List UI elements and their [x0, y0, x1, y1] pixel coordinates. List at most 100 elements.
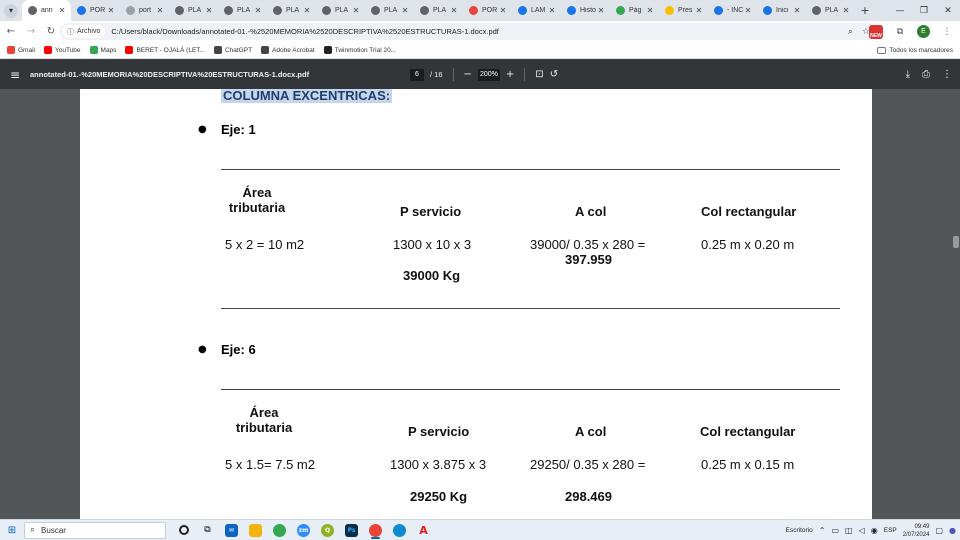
fit-page-icon[interactable]: ⊡: [535, 69, 543, 80]
close-tab-icon[interactable]: ✕: [792, 6, 802, 15]
new-tab-button[interactable]: +: [855, 4, 875, 17]
extensions-puzzle-icon[interactable]: ⧉: [893, 25, 907, 39]
print-icon[interactable]: ⎙: [922, 69, 930, 80]
file-explorer-icon[interactable]: [246, 522, 265, 539]
tab-search-button[interactable]: ▾: [4, 3, 18, 18]
browser-tab[interactable]: Pres ✕: [659, 0, 708, 21]
close-tab-icon[interactable]: ✕: [841, 6, 851, 15]
close-tab-icon[interactable]: ✕: [302, 6, 312, 15]
zoom-app-icon[interactable]: zm: [294, 522, 313, 539]
browser-tab[interactable]: POR ✕: [71, 0, 120, 21]
minimize-button[interactable]: —: [888, 0, 912, 21]
close-tab-icon[interactable]: ✕: [155, 6, 165, 15]
pdf-menu-icon[interactable]: ≡: [0, 68, 30, 82]
close-tab-icon[interactable]: ✕: [596, 6, 606, 15]
close-tab-icon[interactable]: ✕: [400, 6, 410, 15]
edge-icon: [763, 6, 772, 15]
volume-icon[interactable]: ◁: [859, 526, 865, 535]
bookmark-item[interactable]: BERET - OJALÁ (LET...: [125, 46, 205, 54]
download-icon[interactable]: ⤓: [906, 69, 910, 80]
col-header-a-col: A col: [575, 204, 607, 219]
scrollbar-thumb[interactable]: [953, 236, 959, 248]
site-info-chip[interactable]: ⓘ Archivo: [62, 25, 106, 38]
browser-tab[interactable]: ann ✕: [22, 0, 71, 21]
acrobat-app-icon[interactable]: A: [414, 522, 433, 539]
browser-tab[interactable]: Pág ✕: [610, 0, 659, 21]
restore-button[interactable]: ❐: [912, 0, 936, 21]
zoom-out-icon[interactable]: −: [464, 69, 472, 80]
close-tab-icon[interactable]: ✕: [547, 6, 557, 15]
reload-button[interactable]: ↻: [42, 23, 60, 41]
zoom-in-icon[interactable]: +: [506, 69, 514, 80]
address-bar[interactable]: ⓘ Archivo C:/Users/black/Downloads/annot…: [60, 23, 876, 40]
bookmark-item[interactable]: Adobe Acrobat: [261, 46, 315, 54]
edge-icon[interactable]: [390, 522, 409, 539]
col-header-col-rectangular: Col rectangular: [700, 424, 796, 439]
browser-tab[interactable]: LAM ✕: [512, 0, 561, 21]
close-tab-icon[interactable]: ✕: [253, 6, 263, 15]
browser-tab[interactable]: PLA ✕: [365, 0, 414, 21]
microphone-icon[interactable]: ◉: [871, 526, 878, 535]
desktop-label[interactable]: Escritorio: [786, 527, 813, 534]
browser-tab[interactable]: POR ✕: [463, 0, 512, 21]
close-tab-icon[interactable]: ✕: [694, 6, 704, 15]
browser-tab[interactable]: port ✕: [120, 0, 169, 21]
bookmark-item[interactable]: ChatGPT: [213, 46, 252, 54]
windows-start-icon[interactable]: ⊞: [0, 525, 24, 536]
page-number-input[interactable]: 6: [410, 68, 424, 81]
browser-tab[interactable]: PLA ✕: [267, 0, 316, 21]
bookmark-item[interactable]: Gmail: [7, 46, 35, 54]
close-tab-icon[interactable]: ✕: [106, 6, 116, 15]
close-tab-icon[interactable]: ✕: [449, 6, 459, 15]
mail-icon[interactable]: ✉: [222, 522, 241, 539]
url-text[interactable]: C:/Users/black/Downloads/annotated-01.-%…: [111, 27, 499, 36]
forward-button[interactable]: →: [22, 23, 40, 41]
network-icon[interactable]: ◫: [845, 526, 853, 535]
cortana-icon[interactable]: [174, 522, 193, 539]
close-tab-icon[interactable]: ✕: [743, 6, 753, 15]
clock[interactable]: 09:49 2/07/2024: [903, 523, 930, 539]
zoom-icon[interactable]: ⌕: [848, 27, 853, 37]
teams-icon[interactable]: ●: [949, 526, 956, 535]
battery-icon[interactable]: ▭: [831, 526, 839, 535]
language-indicator[interactable]: ESP: [884, 527, 897, 534]
close-tab-icon[interactable]: ✕: [645, 6, 655, 15]
chrome-icon[interactable]: [270, 522, 289, 539]
browser-tab[interactable]: PLA ✕: [806, 0, 855, 21]
chevron-up-icon[interactable]: ⌃: [819, 526, 826, 535]
close-tab-icon[interactable]: ✕: [498, 6, 508, 15]
task-view-icon[interactable]: ⧉: [198, 522, 217, 539]
chrome-active-icon[interactable]: [366, 522, 385, 539]
notifications-icon[interactable]: ▢: [935, 526, 943, 535]
close-tab-icon[interactable]: ✕: [204, 6, 214, 15]
pdf-viewport[interactable]: COLUMNA EXCENTRICAS: ● Eje: 1 Área tribu…: [0, 89, 960, 519]
photoshop-icon[interactable]: Ps: [342, 522, 361, 539]
all-bookmarks-button[interactable]: Todos los marcadores: [877, 42, 953, 59]
close-tab-icon[interactable]: ✕: [351, 6, 361, 15]
browser-menu-icon[interactable]: ⋮: [940, 25, 954, 39]
browser-tab[interactable]: PLA ✕: [218, 0, 267, 21]
browser-tab[interactable]: Histo ✕: [561, 0, 610, 21]
browser-tab[interactable]: PLA ✕: [316, 0, 365, 21]
browser-tab[interactable]: PLA ✕: [169, 0, 218, 21]
tab-title: PLA: [825, 7, 839, 14]
browser-tab[interactable]: PLA ✕: [414, 0, 463, 21]
extension-new-badge-icon[interactable]: NEW: [869, 24, 883, 39]
browser-tab[interactable]: - INC ✕: [708, 0, 757, 21]
bookmark-item[interactable]: Twinmotion Trial 20...: [323, 46, 396, 54]
taskbar-search[interactable]: ⌕ Buscar: [24, 521, 166, 539]
chatgpt-icon: [213, 46, 222, 54]
chrome-icon: [224, 6, 233, 15]
close-tab-icon[interactable]: ✕: [57, 6, 67, 15]
window-controls: — ❐ ✕: [888, 0, 960, 21]
bookmark-item[interactable]: YouTube: [43, 46, 81, 54]
qgis-icon[interactable]: Q: [318, 522, 337, 539]
back-button[interactable]: ←: [2, 23, 20, 41]
more-options-icon[interactable]: ⋮: [942, 69, 952, 80]
browser-tab[interactable]: Inici ✕: [757, 0, 806, 21]
profile-avatar[interactable]: E: [917, 25, 930, 38]
rotate-icon[interactable]: ↺: [550, 69, 558, 80]
bookmark-item[interactable]: Maps: [89, 46, 116, 54]
close-window-button[interactable]: ✕: [936, 0, 960, 21]
zoom-input[interactable]: 200%: [477, 68, 500, 81]
